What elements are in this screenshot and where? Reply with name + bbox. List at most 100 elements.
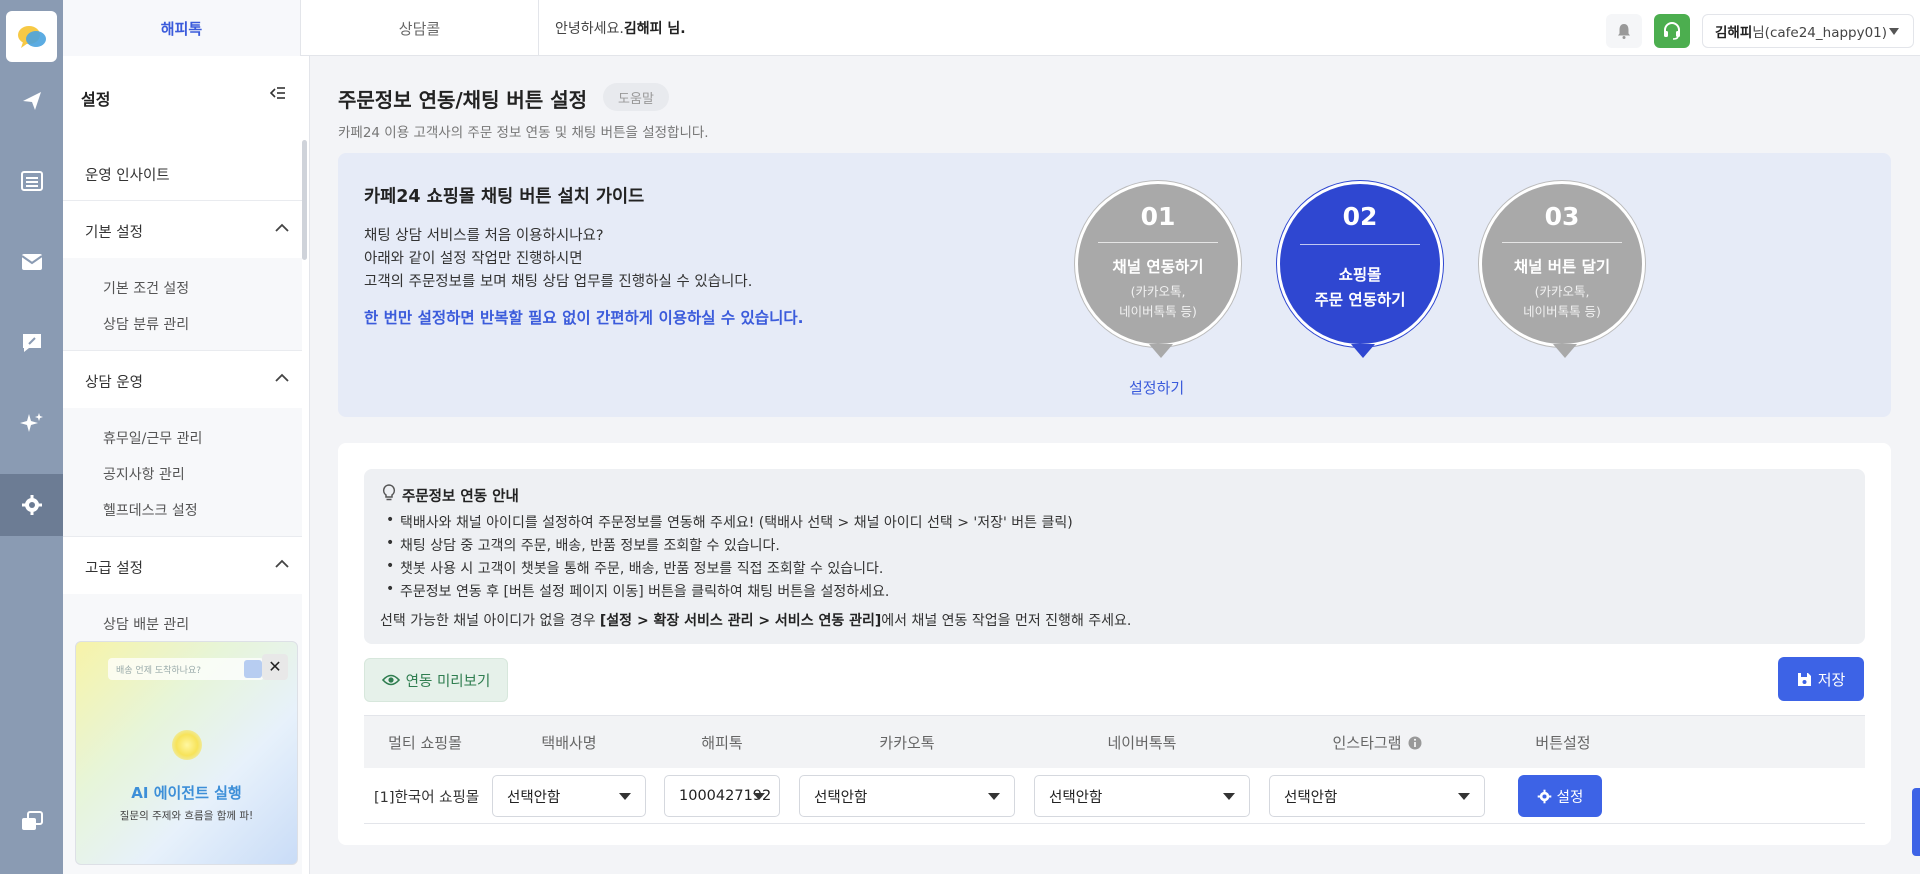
- eye-icon: [381, 674, 400, 686]
- notice-box: 주문정보 연동 안내 택배사와 채널 아이디를 설정하여 주문정보를 연동해 주…: [364, 469, 1865, 644]
- chevron-up-icon: [275, 223, 289, 232]
- notice-footer-text: 선택 가능한 채널 아이디가 없을 경우: [380, 613, 600, 629]
- headset-icon[interactable]: [1654, 14, 1690, 48]
- guide-line: 채팅 상담 서비스를 처음 이용하시나요?: [364, 228, 604, 244]
- window-icon[interactable]: [0, 790, 63, 852]
- side-tab-handle[interactable]: [1912, 788, 1920, 856]
- send-icon[interactable]: [0, 70, 63, 132]
- ai-agent-promo[interactable]: 배송 언제 도착하나요? ✕ AI 에이전트 실행 질문의 주제와 흐름을 함께…: [75, 641, 298, 865]
- notice-footer-path: [설정 > 확장 서비스 관리 > 서비스 연동 관리]: [599, 613, 882, 629]
- col-naver: 네이버톡톡: [1107, 734, 1177, 752]
- mail-icon[interactable]: [0, 231, 63, 293]
- top-bar: 해피톡 상담콜 안녕하세요. 김해피 님. 김해피 님(cafe24_happy01…: [63, 0, 1920, 56]
- button-setting-button[interactable]: 설정: [1518, 775, 1602, 817]
- sidebar-scrollbar[interactable]: [302, 140, 307, 260]
- sidebar-item-holiday[interactable]: 휴무일/근무 관리: [103, 428, 202, 448]
- user-name: 김해피: [1715, 25, 1753, 41]
- step-name: 채널 버튼 달기: [1513, 258, 1611, 276]
- step-note-line: (카카오톡,: [1534, 284, 1590, 299]
- sidebar-item-distribution[interactable]: 상담 배분 관리: [103, 614, 189, 634]
- close-icon[interactable]: ✕: [262, 654, 288, 680]
- instagram-select[interactable]: 선택안함: [1269, 775, 1485, 817]
- info-icon[interactable]: [1408, 736, 1422, 750]
- button-setting-label: 설정: [1556, 789, 1584, 806]
- table-header: 멀티 쇼핑몰 택배사명 해피톡 카카오톡 네이버톡톡 인스타그램 버튼설정: [364, 715, 1865, 768]
- notice-title: 주문정보 연동 안내: [402, 489, 519, 505]
- lightbulb-icon: [382, 484, 396, 501]
- step-divider: [1300, 244, 1420, 245]
- promo-subtitle: 질문의 주제와 흐름을 함께 파!: [119, 810, 254, 822]
- sidebar-item-notice[interactable]: 공지사항 관리: [103, 464, 185, 484]
- save-button[interactable]: 저장: [1778, 657, 1864, 701]
- col-happytalk: 해피톡: [701, 734, 743, 752]
- step-name-line: 쇼핑몰: [1338, 266, 1382, 284]
- step-note-line: 네이버톡톡 등): [1119, 304, 1197, 319]
- sidebar-section-basic[interactable]: 기본 설정: [63, 200, 302, 258]
- sidebar-section-label: 상담 운영: [85, 375, 143, 391]
- step-3-button: 03 채널 버튼 달기 (카카오톡, 네이버톡톡 등): [1479, 181, 1645, 358]
- step-divider: [1502, 242, 1622, 243]
- notice-item: 주문정보 연동 후 [버튼 설정 페이지 이동] 버튼을 클릭하여 채팅 버튼을…: [386, 581, 889, 601]
- page-description: 카페24 이용 고객사의 주문 정보 연동 및 채팅 버튼을 설정합니다.: [338, 125, 709, 141]
- courier-select[interactable]: 선택안함: [492, 775, 646, 817]
- table-row: [1]한국어 쇼핑몰 선택안함 1000427192 선택안함 선택안함 선택안…: [364, 768, 1865, 824]
- sidebar-section-label: 기본 설정: [85, 225, 143, 241]
- sidebar-section-advanced[interactable]: 고급 설정: [63, 536, 302, 594]
- settings-sidebar: 설정 운영 인사이트 기본 설정 기본 조건 설정 상담 분류 관리 상담 운영…: [63, 56, 310, 874]
- sidebar-submenu-basic: 기본 조건 설정 상담 분류 관리: [63, 258, 302, 350]
- col-courier: 택배사명: [541, 734, 597, 752]
- step-1-channel: 01 채널 연동하기 (카카오톡, 네이버톡톡 등): [1075, 181, 1241, 358]
- collapse-sidebar-icon[interactable]: [269, 86, 286, 104]
- gear-icon: [1537, 789, 1551, 803]
- settings-icon[interactable]: [0, 474, 63, 536]
- tab-call[interactable]: 상담콜: [301, 0, 539, 56]
- step-note-line: (카카오톡,: [1130, 284, 1186, 299]
- chat-icon[interactable]: [0, 312, 63, 374]
- guide-highlight: 한 번만 설정하면 반복할 필요 없이 간편하게 이용하실 수 있습니다.: [364, 309, 804, 327]
- send-icon: [244, 660, 262, 678]
- sparkle-icon: [172, 730, 202, 760]
- preview-button[interactable]: 연동 미리보기: [364, 658, 508, 702]
- step-name: 채널 연동하기: [1112, 258, 1204, 276]
- col-kakao: 카카오톡: [879, 734, 935, 752]
- sparkle-icon[interactable]: [0, 393, 63, 455]
- step-note: (카카오톡, 네이버톡톡 등): [1482, 282, 1642, 322]
- help-button[interactable]: 도움말: [603, 83, 669, 111]
- sidebar-item-helpdesk[interactable]: 헬프데스크 설정: [103, 500, 198, 520]
- save-label: 저장: [1817, 670, 1846, 689]
- sidebar-section-operation[interactable]: 상담 운영: [63, 350, 302, 408]
- caret-down-icon: [619, 793, 631, 800]
- courier-select-value: 선택안함: [507, 789, 561, 806]
- tab-happytalk[interactable]: 해피톡: [63, 0, 301, 56]
- logo-icon[interactable]: [6, 11, 57, 62]
- chevron-up-icon: [275, 373, 289, 382]
- greeting-prefix: 안녕하세요.: [555, 21, 624, 37]
- user-menu[interactable]: 김해피 님(cafe24_happy01): [1702, 14, 1914, 48]
- guide-line: 아래와 같이 설정 작업만 진행하시면: [364, 251, 583, 267]
- icon-rail: [0, 0, 63, 874]
- promo-input-preview: 배송 언제 도착하나요?: [108, 658, 264, 680]
- col-instagram: 인스타그램: [1269, 716, 1485, 769]
- guide-title: 카페24 쇼핑몰 채팅 버튼 설치 가이드: [364, 187, 645, 207]
- naver-select-value: 선택안함: [1049, 789, 1103, 806]
- bell-icon[interactable]: [1606, 14, 1642, 48]
- kakao-select-value: 선택안함: [814, 789, 868, 806]
- kakao-select[interactable]: 선택안함: [799, 775, 1015, 817]
- sidebar-item-basic-condition[interactable]: 기본 조건 설정: [103, 278, 189, 298]
- happytalk-select[interactable]: 1000427192: [664, 775, 780, 817]
- naver-select[interactable]: 선택안함: [1034, 775, 1250, 817]
- list-icon[interactable]: [0, 150, 63, 212]
- step-divider: [1098, 242, 1218, 243]
- caret-down-icon: [988, 793, 1000, 800]
- step-note: (카카오톡, 네이버톡톡 등): [1078, 282, 1238, 322]
- setup-link[interactable]: 설정하기: [1129, 377, 1184, 398]
- sidebar-item-category[interactable]: 상담 분류 관리: [103, 314, 189, 334]
- caret-down-icon: [753, 793, 765, 800]
- step-number: 03: [1544, 202, 1580, 231]
- promo-title: AI 에이전트 실행: [131, 784, 242, 802]
- guide-line: 고객의 주문정보를 보며 채팅 상담 업무를 진행하실 수 있습니다.: [364, 274, 753, 290]
- sidebar-item-insight[interactable]: 운영 인사이트: [85, 164, 170, 185]
- col-mall: 멀티 쇼핑몰: [388, 734, 462, 752]
- step-number: 01: [1140, 202, 1176, 231]
- step-name-line: 주문 연동하기: [1314, 291, 1406, 309]
